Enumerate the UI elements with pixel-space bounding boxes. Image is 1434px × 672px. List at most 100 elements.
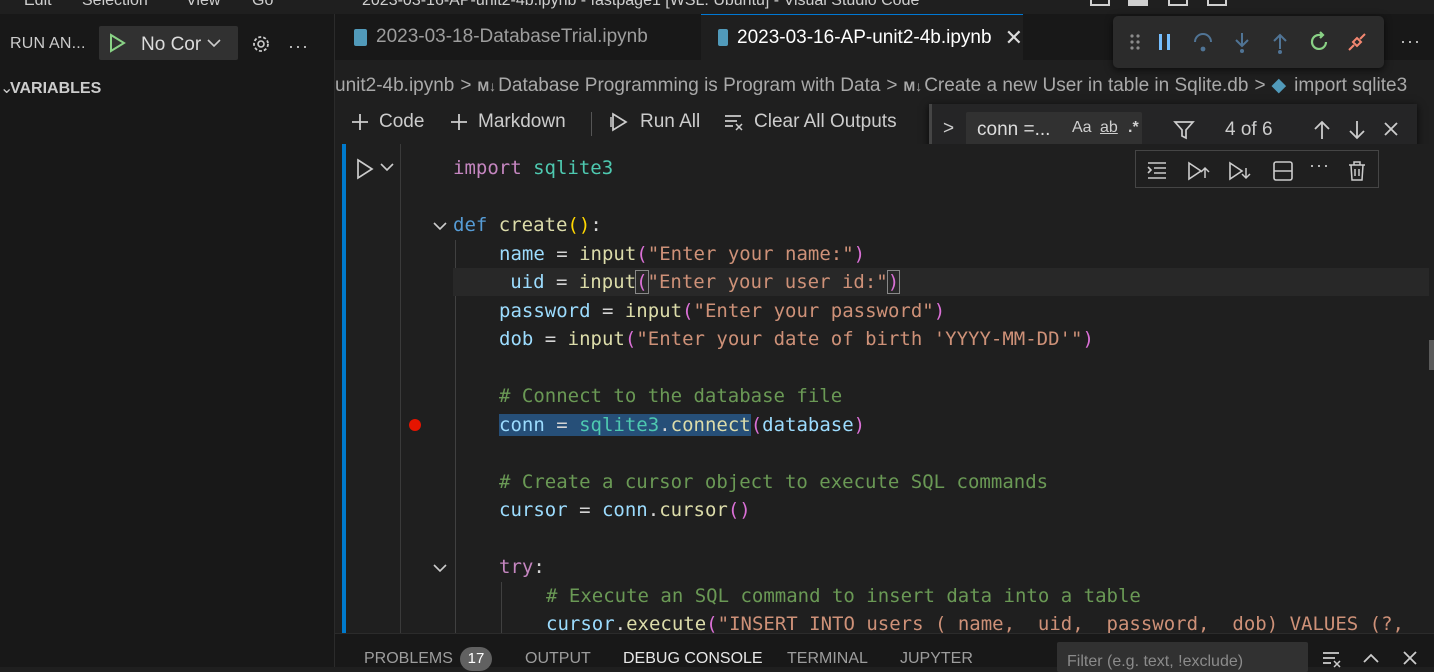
close-icon[interactable]: ✕ xyxy=(1005,25,1023,51)
plus-icon xyxy=(451,114,467,130)
whole-word-icon[interactable]: ab xyxy=(1100,119,1118,137)
scrollbar-thumb[interactable] xyxy=(1429,340,1434,370)
more-actions-icon[interactable]: ··· xyxy=(288,36,309,57)
disconnect-icon[interactable] xyxy=(1345,30,1369,54)
code-line-6: password = input("Enter your password") xyxy=(499,300,946,322)
pause-icon[interactable] xyxy=(1155,30,1175,54)
more-actions-icon[interactable]: ··· xyxy=(1400,31,1421,52)
indent-guide xyxy=(501,582,502,633)
filter-input[interactable] xyxy=(1057,642,1308,672)
find-query: conn =... xyxy=(977,119,1051,140)
clear-all-label: Clear All Outputs xyxy=(754,111,897,132)
notebook-file-icon xyxy=(354,28,367,46)
fold-chevron-icon[interactable] xyxy=(433,562,447,574)
chevron-right-icon: > xyxy=(886,75,898,96)
title-bar: Edit Selection View Go 2023-03-16-AP-uni… xyxy=(0,0,1434,14)
cell-focus-indicator xyxy=(342,144,346,633)
add-code-cell-button[interactable]: Code xyxy=(350,111,424,133)
panel-toggle-icon[interactable] xyxy=(1128,0,1148,6)
execute-above-icon[interactable] xyxy=(1186,160,1210,182)
drag-handle-icon[interactable] xyxy=(1129,30,1141,54)
console-filter xyxy=(1057,642,1308,672)
step-into-icon[interactable] xyxy=(1230,30,1254,54)
clear-console-icon[interactable] xyxy=(1321,649,1343,669)
run-all-button[interactable]: Run All xyxy=(609,111,700,133)
close-panel-icon[interactable] xyxy=(1401,649,1419,667)
gear-icon[interactable] xyxy=(250,33,272,55)
chevron-down-icon: ⌄ xyxy=(0,80,14,97)
tab-database-trial[interactable]: 2023-03-18-DatabaseTrial.ipynb xyxy=(335,14,701,60)
menu-go[interactable]: Go xyxy=(252,0,273,10)
notebook-editor: import sqlite3 def create(): name = inpu… xyxy=(335,144,1434,633)
python-icon: ◆ xyxy=(1271,75,1287,96)
breakpoint-dot[interactable] xyxy=(409,419,421,431)
add-markdown-cell-button[interactable]: Markdown xyxy=(449,111,566,133)
breadcrumb-file[interactable]: unit2-4b.ipynb xyxy=(335,75,454,97)
close-icon[interactable] xyxy=(1382,120,1400,138)
layout-icon[interactable] xyxy=(1090,0,1110,6)
breadcrumb-section[interactable]: Database Programming is Program with Dat… xyxy=(498,75,880,97)
more-actions-icon[interactable]: ··· xyxy=(1309,155,1330,176)
code-line-5: uid = input("Enter your user id:") xyxy=(453,268,1429,296)
chevron-down-icon xyxy=(207,39,221,48)
code-label: Code xyxy=(379,111,425,132)
tab-terminal[interactable]: TERMINAL xyxy=(787,650,868,668)
split-cell-icon[interactable] xyxy=(1272,160,1294,182)
debug-config-select[interactable]: No Cor xyxy=(99,26,238,60)
code-line-17: cursor.execute("INSERT INTO users ( name… xyxy=(546,613,1404,633)
tab-jupyter[interactable]: JUPYTER xyxy=(900,650,973,668)
chevron-right-icon: > xyxy=(460,75,472,96)
arrow-up-icon[interactable] xyxy=(1312,118,1332,142)
find-input[interactable]: conn =... Aa ab .* xyxy=(966,112,1142,146)
tab-label: 2023-03-18-DatabaseTrial.ipynb xyxy=(376,26,648,47)
sidebar-toggle-icon[interactable] xyxy=(1168,0,1188,6)
menu-edit[interactable]: Edit xyxy=(24,0,52,10)
variables-label: VARIABLES xyxy=(10,80,102,97)
filter-icon[interactable] xyxy=(1172,118,1196,142)
match-case-icon[interactable]: Aa xyxy=(1072,119,1092,137)
clear-all-outputs-button[interactable]: Clear All Outputs xyxy=(723,111,897,133)
arrow-down-icon[interactable] xyxy=(1347,118,1367,142)
maximize-panel-icon[interactable] xyxy=(1362,649,1380,667)
code-line-9: # Connect to the database file xyxy=(499,385,843,407)
chevron-down-icon[interactable] xyxy=(380,161,394,173)
cell-toolbar: ··· xyxy=(1135,150,1379,188)
tab-output[interactable]: OUTPUT xyxy=(525,650,591,668)
code-line-10: conn = sqlite3.connect(database) xyxy=(499,414,866,436)
step-out-icon[interactable] xyxy=(1268,30,1292,54)
tab-debug-console[interactable]: DEBUG CONSOLE xyxy=(623,650,763,668)
breadcrumb-cell[interactable]: import sqlite3 xyxy=(1294,75,1407,97)
step-over-icon[interactable] xyxy=(1191,30,1215,54)
clear-all-icon xyxy=(725,115,743,131)
start-debugging-icon[interactable] xyxy=(108,33,126,53)
toggle-replace-icon[interactable]: > xyxy=(943,118,954,140)
menu-view[interactable]: View xyxy=(186,0,220,10)
run-cell-icon[interactable] xyxy=(355,158,375,180)
customize-layout-icon[interactable] xyxy=(1207,0,1227,6)
chevron-right-icon: > xyxy=(1254,75,1266,96)
execute-below-icon[interactable] xyxy=(1227,160,1251,182)
run-and-debug-title: RUN AN... xyxy=(10,35,86,52)
breadcrumb: unit2-4b.ipynb > M↓ Database Programming is… xyxy=(335,74,1434,102)
variables-section-header[interactable]: ⌄VARIABLES xyxy=(0,78,101,98)
run-by-line-icon[interactable] xyxy=(1146,160,1170,180)
menu-selection[interactable]: Selection xyxy=(82,0,148,10)
breadcrumb-section[interactable]: Create a new User in table in Sqlite.db xyxy=(924,75,1248,97)
plus-icon xyxy=(352,114,368,130)
trash-icon[interactable] xyxy=(1347,160,1367,182)
fold-chevron-icon[interactable] xyxy=(433,220,447,232)
window-title: 2023-03-16-AP-unit2-4b.ipynb - fastpage1… xyxy=(362,0,920,9)
tab-ap-unit2-4b[interactable]: 2023-03-16-AP-unit2-4b.ipynb ✕ xyxy=(701,14,1023,60)
run-all-icon xyxy=(610,112,628,132)
code-line-3: def create(): xyxy=(453,214,602,236)
tab-problems[interactable]: PROBLEMS xyxy=(364,650,453,668)
restart-icon[interactable] xyxy=(1308,30,1332,54)
code-line-16: # Execute an SQL command to insert data … xyxy=(546,585,1141,607)
regex-icon[interactable]: .* xyxy=(1128,119,1139,137)
code-line-4: name = input("Enter your name:") xyxy=(499,243,866,265)
debug-toolbar xyxy=(1113,16,1384,68)
notebook-file-icon xyxy=(718,29,728,46)
toolbar-divider xyxy=(591,112,592,136)
run-debug-sidebar: RUN AN... No Cor ··· ⌄VARIABLES xyxy=(0,14,335,667)
run-all-label: Run All xyxy=(640,111,701,132)
